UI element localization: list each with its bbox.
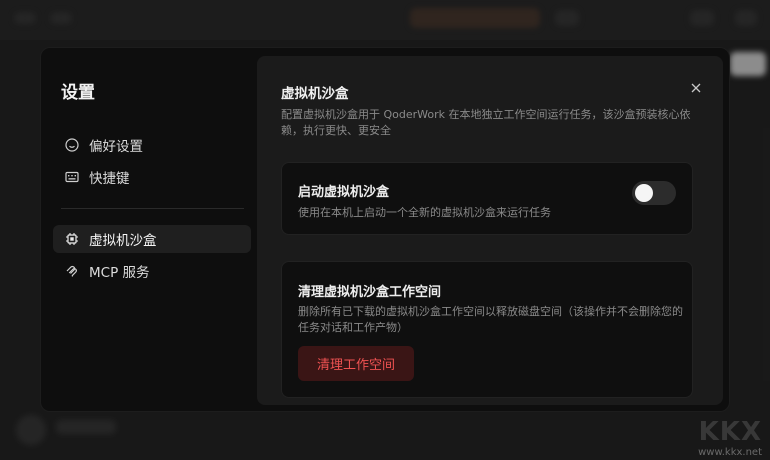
sidebar-item-label: 快捷键 [89, 171, 130, 187]
watermark-url: www.kkx.net [698, 447, 762, 458]
clean-workspace-button[interactable]: 清理工作空间 [298, 346, 414, 381]
sidebar-item-label: MCP 服务 [89, 265, 150, 281]
sidebar-title: 设置 [61, 83, 95, 103]
clean-workspace-card: 清理虚拟机沙盒工作空间 删除所有已下载的虚拟机沙盒工作空间以释放磁盘空间（该操作… [281, 261, 693, 398]
enable-sandbox-description: 使用在本机上启动一个全新的虚拟机沙盒来运行任务 [298, 206, 551, 219]
enable-sandbox-toggle[interactable] [632, 181, 676, 205]
smile-icon [65, 138, 79, 152]
settings-content-panel: 虚拟机沙盒 配置虚拟机沙盒用于 QoderWork 在本地独立工作空间运行任务，… [257, 56, 723, 405]
keyboard-icon [65, 170, 79, 184]
toggle-knob [635, 184, 653, 202]
close-button[interactable] [687, 78, 705, 96]
chip-icon [65, 232, 79, 246]
watermark: KKX www.kkx.net [698, 417, 762, 458]
mcp-plug-icon [65, 264, 79, 278]
enable-sandbox-title: 启动虚拟机沙盒 [298, 185, 390, 200]
settings-modal: 设置 偏好设置 快捷键 虚拟机沙盒 MCP 服务 虚拟机沙盒 配置虚拟机沙盒用于… [40, 47, 730, 412]
page-description: 配置虚拟机沙盒用于 QoderWork 在本地独立工作空间运行任务，该沙盒预装核… [281, 108, 691, 137]
sidebar-item-label: 偏好设置 [89, 139, 143, 155]
page-title: 虚拟机沙盒 [281, 86, 349, 102]
settings-sidebar: 设置 偏好设置 快捷键 虚拟机沙盒 MCP 服务 [41, 48, 257, 411]
enable-sandbox-card: 启动虚拟机沙盒 使用在本机上启动一个全新的虚拟机沙盒来运行任务 [281, 162, 693, 235]
sidebar-item-mcp[interactable]: MCP 服务 [53, 257, 251, 285]
clean-workspace-title: 清理虚拟机沙盒工作空间 [298, 285, 442, 300]
sidebar-item-vm-sandbox[interactable]: 虚拟机沙盒 [53, 225, 251, 253]
watermark-logo: KKX [698, 417, 762, 447]
sidebar-item-label: 虚拟机沙盒 [89, 233, 157, 249]
sidebar-item-shortcuts[interactable]: 快捷键 [53, 163, 251, 191]
sidebar-divider [61, 208, 244, 209]
close-icon [691, 78, 701, 97]
sidebar-item-preferences[interactable]: 偏好设置 [53, 131, 251, 159]
clean-workspace-description: 删除所有已下载的虚拟机沙盒工作空间以释放磁盘空间（该操作并不会删除您的任务对话和… [298, 305, 683, 334]
